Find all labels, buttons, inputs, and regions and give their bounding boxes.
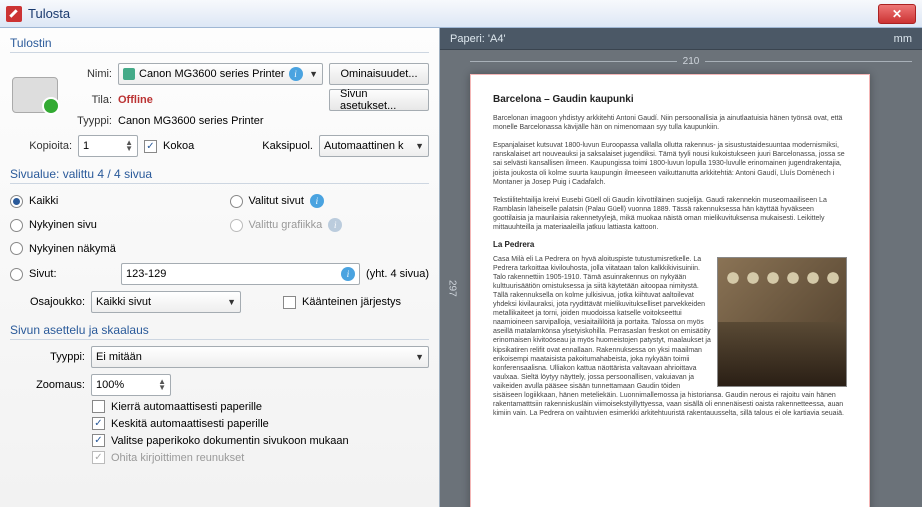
status-label: Tila: bbox=[68, 94, 112, 106]
printer-status-icon bbox=[123, 68, 135, 80]
scaling-type-dropdown[interactable]: Ei mitään ▼ bbox=[91, 346, 429, 368]
chevron-down-icon: ▼ bbox=[223, 297, 236, 307]
subset-label: Osajoukko: bbox=[10, 296, 85, 308]
printer-name-dropdown[interactable]: Canon MG3600 series Printer i ▼ bbox=[118, 63, 323, 85]
page-preview: Barcelona – Gaudin kaupunki Barcelonan i… bbox=[470, 74, 870, 507]
info-icon[interactable]: i bbox=[341, 267, 355, 281]
ignore-margins-checkbox bbox=[92, 451, 105, 464]
range-all-label: Kaikki bbox=[29, 195, 58, 207]
copies-spinner[interactable]: 1 ▲▼ bbox=[78, 135, 138, 157]
printer-section-title: Tulostin bbox=[10, 36, 429, 53]
range-current-view-radio[interactable] bbox=[10, 242, 23, 255]
zoom-value: 100% bbox=[96, 379, 124, 391]
range-current-page-radio[interactable] bbox=[10, 219, 23, 232]
preview-area: 210 297 Barcelona – Gaudin kaupunki Barc… bbox=[440, 50, 922, 507]
range-selected-graphic-label: Valittu grafiikka bbox=[249, 219, 323, 231]
range-current-view-label: Nykyinen näkymä bbox=[29, 243, 116, 255]
scaling-section-title: Sivun asettelu ja skaalaus bbox=[10, 323, 429, 340]
duplex-dropdown[interactable]: Automaattinen k ▼ bbox=[319, 135, 429, 157]
range-pages-total: (yht. 4 sivua) bbox=[366, 268, 429, 280]
close-button[interactable]: ✕ bbox=[878, 4, 916, 24]
window-title: Tulosta bbox=[28, 6, 70, 21]
range-all-radio[interactable] bbox=[10, 195, 23, 208]
collate-label: Kokoa bbox=[163, 140, 194, 152]
range-pages-input[interactable]: 123-129 i bbox=[121, 263, 360, 285]
ignore-margins-label: Ohita kirjoittimen reunukset bbox=[111, 452, 244, 464]
status-value: Offline bbox=[118, 94, 323, 106]
copies-label: Kopioita: bbox=[10, 140, 72, 152]
range-selected-pages-label: Valitut sivut bbox=[249, 195, 304, 207]
choose-paper-checkbox[interactable] bbox=[92, 434, 105, 447]
chevron-down-icon: ▼ bbox=[305, 69, 318, 79]
doc-p1: Barcelonan imagoon yhdistyy arkkitehti A… bbox=[493, 114, 847, 132]
chevron-down-icon: ▼ bbox=[411, 352, 424, 362]
mm-label: mm bbox=[894, 33, 912, 45]
auto-center-label: Keskitä automaattisesti paperille bbox=[111, 418, 269, 430]
type-label: Tyyppi: bbox=[68, 115, 112, 127]
range-pages-label: Sivut: bbox=[29, 268, 69, 280]
doc-h2: La Pedrera bbox=[493, 240, 847, 250]
reverse-label: Käänteinen järjestys bbox=[302, 296, 401, 308]
choose-paper-label: Valitse paperikoko dokumentin sivukoon m… bbox=[111, 435, 349, 447]
range-selected-graphic-radio bbox=[230, 219, 243, 232]
doc-title: Barcelona – Gaudin kaupunki bbox=[493, 93, 847, 106]
properties-button[interactable]: Ominaisuudet... bbox=[329, 63, 429, 85]
range-selected-pages-radio[interactable] bbox=[230, 195, 243, 208]
zoom-label: Zoomaus: bbox=[10, 379, 85, 391]
app-icon bbox=[6, 6, 22, 22]
subset-dropdown[interactable]: Kaikki sivut ▼ bbox=[91, 291, 241, 313]
spinner-arrows-icon[interactable]: ▲▼ bbox=[158, 379, 166, 391]
page-setup-button[interactable]: Sivun asetukset... bbox=[329, 89, 429, 111]
range-section-title: Sivualue: valittu 4 / 4 sivua bbox=[10, 167, 429, 184]
info-icon[interactable]: i bbox=[310, 194, 324, 208]
doc-p3: Tekstiilitehtailija kreivi Eusebi Güell … bbox=[493, 196, 847, 232]
auto-rotate-checkbox[interactable] bbox=[92, 400, 105, 413]
ruler-horizontal: 210 bbox=[470, 50, 912, 72]
duplex-value: Automaattinen k bbox=[324, 140, 404, 152]
reverse-checkbox[interactable] bbox=[283, 296, 296, 309]
chevron-down-icon: ▼ bbox=[411, 141, 424, 151]
range-pages-radio[interactable] bbox=[10, 268, 23, 281]
range-current-page-label: Nykyinen sivu bbox=[29, 219, 97, 231]
info-icon: i bbox=[328, 218, 342, 232]
doc-image bbox=[717, 257, 847, 387]
auto-rotate-label: Kierrä automaattisesti paperille bbox=[111, 401, 262, 413]
copies-value: 1 bbox=[83, 140, 89, 152]
zoom-spinner[interactable]: 100% ▲▼ bbox=[91, 374, 171, 396]
scaling-type-label: Tyyppi: bbox=[10, 351, 85, 363]
name-label: Nimi: bbox=[68, 68, 112, 80]
printer-name-value: Canon MG3600 series Printer bbox=[139, 68, 285, 80]
paper-label: Paperi: 'A4' bbox=[450, 33, 506, 45]
auto-center-checkbox[interactable] bbox=[92, 417, 105, 430]
printer-icon bbox=[12, 77, 58, 113]
subset-value: Kaikki sivut bbox=[96, 296, 151, 308]
scaling-type-value: Ei mitään bbox=[96, 351, 142, 363]
ruler-vertical: 297 bbox=[440, 80, 464, 497]
range-pages-value: 123-129 bbox=[126, 268, 166, 280]
spinner-arrows-icon[interactable]: ▲▼ bbox=[125, 140, 133, 152]
info-icon[interactable]: i bbox=[289, 67, 303, 81]
doc-p2: Espanjalaiset kutsuvat 1800-luvun Euroop… bbox=[493, 141, 847, 186]
duplex-label: Kaksipuol. bbox=[262, 140, 313, 152]
type-value: Canon MG3600 series Printer bbox=[118, 115, 264, 127]
collate-checkbox[interactable] bbox=[144, 140, 157, 153]
